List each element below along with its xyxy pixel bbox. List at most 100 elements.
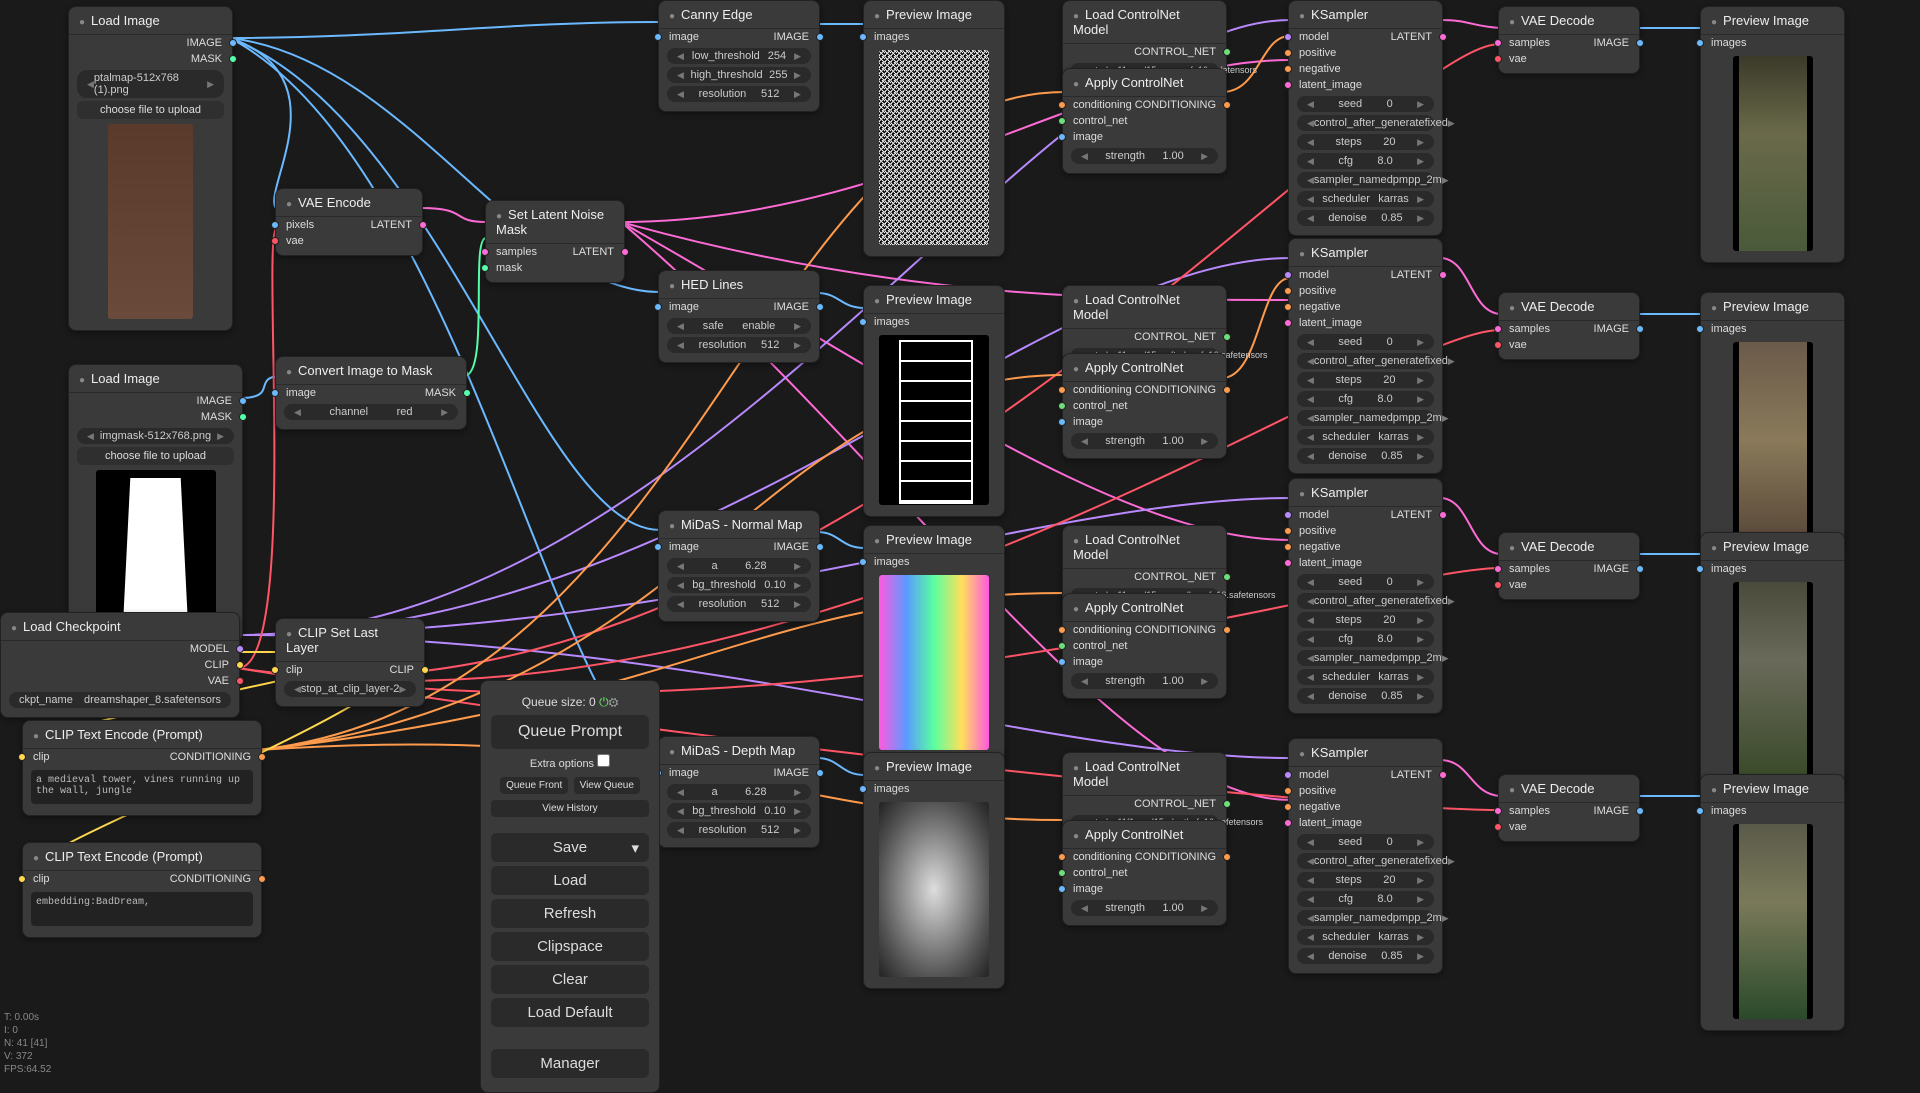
node-title[interactable]: VAE Decode	[1499, 7, 1639, 35]
node-title[interactable]: Canny Edge	[659, 1, 819, 29]
preview-thumbnail	[1733, 56, 1813, 251]
node-midas-depth[interactable]: MiDaS - Depth Map imageIMAGE ◀a6.28▶ ◀bg…	[658, 736, 820, 848]
view-queue-button[interactable]: View Queue	[574, 777, 640, 794]
node-set-latent-noise-mask[interactable]: Set Latent Noise Mask samplesLATENT mask	[485, 200, 625, 283]
channel-widget[interactable]: ◀channelred▶	[284, 404, 458, 420]
preview-thumbnail	[1733, 824, 1813, 1019]
prompt-textarea[interactable]: embedding:BadDream,	[31, 892, 253, 926]
node-midas-normal[interactable]: MiDaS - Normal Map imageIMAGE ◀a6.28▶ ◀b…	[658, 510, 820, 622]
choose-file-button[interactable]: choose file to upload	[77, 447, 234, 465]
node-title[interactable]: Load ControlNet Model	[1063, 286, 1226, 329]
node-clip-set-last-layer[interactable]: CLIP Set Last Layer clipCLIP ◀stop_at_cl…	[275, 618, 425, 707]
manager-button[interactable]: Manager	[491, 1049, 649, 1078]
node-title[interactable]: MiDaS - Normal Map	[659, 511, 819, 539]
node-apply-cnet-3[interactable]: Apply ControlNet conditioningCONDITIONIN…	[1062, 593, 1227, 699]
node-title[interactable]: VAE Decode	[1499, 533, 1639, 561]
save-button[interactable]: Save▾	[491, 833, 649, 862]
node-title[interactable]: VAE Decode	[1499, 775, 1639, 803]
node-ksampler-1[interactable]: KSamplermodelLATENTpositivenegativelaten…	[1288, 0, 1443, 236]
filename-widget[interactable]: ◀imgmask-512x768.png▶	[77, 428, 234, 444]
prompt-textarea[interactable]: a medieval tower, vines running up the w…	[31, 770, 253, 804]
node-clip-text-encode-pos[interactable]: CLIP Text Encode (Prompt) clipCONDITIONI…	[22, 720, 262, 816]
refresh-button[interactable]: Refresh	[491, 899, 649, 928]
node-title[interactable]: Load Image	[69, 7, 232, 35]
node-title[interactable]: Load ControlNet Model	[1063, 753, 1226, 796]
node-ksampler-4[interactable]: KSamplermodelLATENTpositivenegativelaten…	[1288, 738, 1443, 974]
stop-at-widget[interactable]: ◀stop_at_clip_layer-2▶	[284, 681, 416, 697]
node-preview-out-3[interactable]: Preview Image images	[1700, 532, 1845, 789]
node-load-checkpoint[interactable]: Load Checkpoint MODEL CLIP VAE ckpt_name…	[0, 612, 240, 718]
control-panel[interactable]: Queue size: 0 ⏻⚙ Queue Prompt Extra opti…	[480, 680, 660, 1093]
node-title[interactable]: Apply ControlNet	[1063, 69, 1226, 97]
extra-options-row[interactable]: Extra options	[491, 754, 649, 770]
node-load-image-1[interactable]: Load Image IMAGE MASK ◀ptalmap-512x768 (…	[68, 6, 233, 331]
node-title[interactable]: VAE Decode	[1499, 293, 1639, 321]
node-title[interactable]: Preview Image	[1701, 775, 1844, 803]
node-title[interactable]: KSampler	[1289, 739, 1442, 767]
node-title[interactable]: Preview Image	[864, 526, 1004, 554]
load-default-button[interactable]: Load Default	[491, 998, 649, 1027]
node-preview-out-1[interactable]: Preview Image images	[1700, 6, 1845, 263]
node-preview-canny[interactable]: Preview Image images	[863, 0, 1005, 257]
preview-thumbnail	[1733, 582, 1813, 777]
preview-thumbnail	[879, 575, 989, 750]
view-history-button[interactable]: View History	[491, 800, 649, 817]
node-hed-lines[interactable]: HED Lines imageIMAGE ◀safeenable▶ ◀resol…	[658, 270, 820, 363]
node-title[interactable]: CLIP Set Last Layer	[276, 619, 424, 662]
node-preview-depth[interactable]: Preview Image images	[863, 752, 1005, 989]
node-title[interactable]: Set Latent Noise Mask	[486, 201, 624, 244]
node-clip-text-encode-neg[interactable]: CLIP Text Encode (Prompt) clipCONDITIONI…	[22, 842, 262, 938]
node-title[interactable]: Convert Image to Mask	[276, 357, 466, 385]
perf-stats: T: 0.00s I: 0 N: 41 [41] V: 372 FPS:64.5…	[4, 1011, 51, 1076]
node-title[interactable]: Preview Image	[864, 286, 1004, 314]
node-vae-decode-3[interactable]: VAE Decode samplesIMAGE vae	[1498, 532, 1640, 600]
node-title[interactable]: Preview Image	[1701, 533, 1844, 561]
node-title[interactable]: Load Checkpoint	[1, 613, 239, 641]
node-title[interactable]: KSampler	[1289, 1, 1442, 29]
preview-thumbnail	[879, 50, 989, 245]
node-vae-encode[interactable]: VAE Encode pixelsLATENT vae	[275, 188, 423, 256]
node-convert-image-to-mask[interactable]: Convert Image to Mask imageMASK ◀channel…	[275, 356, 467, 430]
node-title[interactable]: Apply ControlNet	[1063, 594, 1226, 622]
node-vae-decode-1[interactable]: VAE Decode samplesIMAGE vae	[1498, 6, 1640, 74]
node-title[interactable]: Preview Image	[864, 1, 1004, 29]
node-title[interactable]: Apply ControlNet	[1063, 354, 1226, 382]
clear-button[interactable]: Clear	[491, 965, 649, 994]
queue-prompt-button[interactable]: Queue Prompt	[491, 715, 649, 749]
node-preview-out-2[interactable]: Preview Image images	[1700, 292, 1845, 549]
node-title[interactable]: MiDaS - Depth Map	[659, 737, 819, 765]
node-title[interactable]: CLIP Text Encode (Prompt)	[23, 721, 261, 749]
node-preview-hed[interactable]: Preview Image images	[863, 285, 1005, 517]
node-apply-cnet-2[interactable]: Apply ControlNet conditioningCONDITIONIN…	[1062, 353, 1227, 459]
node-title[interactable]: Preview Image	[1701, 293, 1844, 321]
filename-widget[interactable]: ◀ptalmap-512x768 (1).png▶	[77, 70, 224, 98]
node-title[interactable]: KSampler	[1289, 239, 1442, 267]
node-title[interactable]: Load ControlNet Model	[1063, 526, 1226, 569]
clipspace-button[interactable]: Clipspace	[491, 932, 649, 961]
choose-file-button[interactable]: choose file to upload	[77, 101, 224, 119]
node-apply-cnet-1[interactable]: Apply ControlNet conditioningCONDITIONIN…	[1062, 68, 1227, 174]
node-ksampler-2[interactable]: KSamplermodelLATENTpositivenegativelaten…	[1288, 238, 1443, 474]
node-title[interactable]: Apply ControlNet	[1063, 821, 1226, 849]
node-title[interactable]: KSampler	[1289, 479, 1442, 507]
node-ksampler-3[interactable]: KSamplermodelLATENTpositivenegativelaten…	[1288, 478, 1443, 714]
node-vae-decode-2[interactable]: VAE Decode samplesIMAGE vae	[1498, 292, 1640, 360]
node-apply-cnet-4[interactable]: Apply ControlNet conditioningCONDITIONIN…	[1062, 820, 1227, 926]
load-button[interactable]: Load	[491, 866, 649, 895]
node-load-image-2[interactable]: Load Image IMAGE MASK ◀imgmask-512x768.p…	[68, 364, 243, 642]
node-title[interactable]: CLIP Text Encode (Prompt)	[23, 843, 261, 871]
extra-options-checkbox[interactable]	[597, 754, 610, 767]
node-title[interactable]: Load Image	[69, 365, 242, 393]
node-title[interactable]: Preview Image	[864, 753, 1004, 781]
node-title[interactable]: Load ControlNet Model	[1063, 1, 1226, 44]
node-canny-edge[interactable]: Canny Edge imageIMAGE ◀low_threshold254▶…	[658, 0, 820, 112]
node-preview-out-4[interactable]: Preview Image images	[1700, 774, 1845, 1031]
node-title[interactable]: VAE Encode	[276, 189, 422, 217]
node-title[interactable]: Preview Image	[1701, 7, 1844, 35]
ckpt-widget[interactable]: ckpt_namedreamshaper_8.safetensors	[9, 692, 231, 708]
node-preview-normal[interactable]: Preview Image images	[863, 525, 1005, 762]
preview-thumbnail	[1733, 342, 1813, 537]
node-title[interactable]: HED Lines	[659, 271, 819, 299]
node-vae-decode-4[interactable]: VAE Decode samplesIMAGE vae	[1498, 774, 1640, 842]
queue-front-button[interactable]: Queue Front	[500, 777, 568, 794]
